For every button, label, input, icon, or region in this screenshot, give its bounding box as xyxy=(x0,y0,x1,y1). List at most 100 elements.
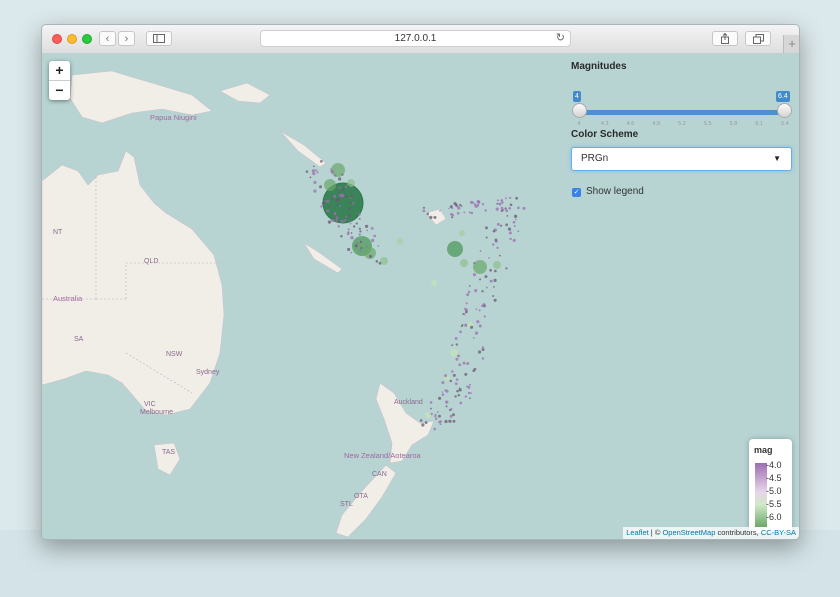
quake-dot xyxy=(346,232,350,236)
slider-tick-label: 4.6 xyxy=(626,121,635,127)
quake-dot xyxy=(347,228,350,231)
quake-dot xyxy=(373,234,377,238)
quake-dot xyxy=(352,225,356,228)
magnitude-slider[interactable]: 4 6.4 4 4.3 4.6 4.9 5.2 5.5 5.8 6.1 6.4 xyxy=(571,72,793,130)
quake-dot xyxy=(429,215,433,220)
quake-dot xyxy=(485,286,488,289)
legend-label: -5.0 xyxy=(766,486,782,496)
quake-dot xyxy=(313,189,317,193)
map[interactable]: Papua Niugini NT QLD Australia SA NSW Sy… xyxy=(42,53,799,539)
quake-marker xyxy=(397,238,403,244)
quake-dot xyxy=(458,363,462,367)
new-tab-button[interactable]: + xyxy=(783,35,799,53)
label-papua: Papua Niugini xyxy=(150,113,197,122)
back-button[interactable]: ‹ xyxy=(99,31,116,46)
slider-tick-label: 4 xyxy=(577,121,581,127)
quake-dot xyxy=(449,414,453,418)
quake-dot xyxy=(350,194,354,198)
osm-link[interactable]: OpenStreetMap xyxy=(662,528,715,537)
quake-dot xyxy=(333,216,336,219)
reload-icon[interactable]: ↻ xyxy=(556,31,565,46)
quake-dot xyxy=(315,169,318,172)
quake-dot xyxy=(339,205,342,207)
quake-dot xyxy=(347,247,351,252)
quake-dot xyxy=(454,395,457,398)
leaflet-link[interactable]: Leaflet xyxy=(626,528,649,537)
quake-dot xyxy=(509,237,512,241)
quake-dot xyxy=(496,222,500,226)
quake-dot xyxy=(464,395,468,398)
license-link[interactable]: CC-BY-SA xyxy=(761,528,796,537)
quake-dot xyxy=(500,206,504,210)
quake-marker xyxy=(425,412,431,418)
quake-dot xyxy=(330,197,333,200)
slider-max-handle[interactable] xyxy=(777,103,792,118)
quake-dot xyxy=(470,325,474,329)
quake-dot xyxy=(478,309,481,312)
quake-dot xyxy=(422,209,426,213)
color-scheme-select[interactable]: PRGn ▼ xyxy=(571,147,792,171)
slider-track[interactable] xyxy=(579,110,785,115)
minimize-window-button[interactable] xyxy=(67,34,77,44)
quake-dot xyxy=(522,206,526,210)
quake-dot xyxy=(509,203,513,207)
quake-dot xyxy=(365,245,369,248)
quake-dot xyxy=(343,219,347,222)
zoom-out-button[interactable]: − xyxy=(49,80,70,100)
zoom-in-button[interactable]: + xyxy=(49,61,70,80)
quake-dot xyxy=(444,419,448,424)
quake-dot xyxy=(424,421,428,424)
magnitudes-label: Magnitudes xyxy=(571,61,627,72)
quake-dot xyxy=(463,211,466,214)
show-legend-checkbox[interactable]: ✓ xyxy=(572,188,581,197)
forward-button[interactable]: › xyxy=(118,31,135,46)
quake-dot xyxy=(341,194,345,198)
tabs-overview-button[interactable] xyxy=(745,31,771,46)
quake-dot xyxy=(337,225,340,228)
quake-dot xyxy=(375,260,379,263)
quake-dot xyxy=(478,324,482,328)
label-nsw: NSW xyxy=(166,351,183,358)
quake-dot xyxy=(445,405,448,408)
quake-dot xyxy=(512,238,516,243)
quake-dot xyxy=(457,354,460,358)
sidebar-button[interactable] xyxy=(146,31,172,46)
quake-dot xyxy=(494,238,498,242)
quake-dot xyxy=(359,230,362,233)
quake-dot xyxy=(436,411,439,413)
quake-dot xyxy=(370,226,374,230)
quake-dot xyxy=(454,336,458,340)
small-quake-markers xyxy=(305,160,526,431)
quake-dot xyxy=(430,412,433,416)
quake-dot xyxy=(466,361,470,366)
quake-dot xyxy=(457,393,461,397)
quake-dot xyxy=(439,209,441,212)
share-button[interactable] xyxy=(712,31,738,46)
quake-dot xyxy=(469,200,474,205)
quake-dot xyxy=(460,205,463,207)
label-ota: OTA xyxy=(354,493,368,500)
quake-dot xyxy=(345,215,348,218)
quake-dot xyxy=(349,201,352,204)
quake-dot xyxy=(489,268,492,272)
quake-marker xyxy=(460,259,468,267)
label-vic: VIC xyxy=(144,401,156,408)
attribution-contributors: contributors, xyxy=(715,528,761,537)
quake-dot xyxy=(477,350,482,354)
slider-min-handle[interactable] xyxy=(572,103,587,118)
quake-dot xyxy=(338,177,342,181)
quake-dot xyxy=(477,200,481,204)
quake-marker xyxy=(493,261,501,269)
quake-dot xyxy=(455,378,459,381)
quake-dot xyxy=(445,400,449,404)
quake-dot xyxy=(355,242,359,245)
quake-dot xyxy=(483,315,486,318)
zoom-window-button[interactable] xyxy=(82,34,92,44)
slider-tick-label: 5.8 xyxy=(729,121,738,127)
address-bar[interactable]: 127.0.0.1 ↻ xyxy=(260,30,571,47)
show-legend-label[interactable]: Show legend xyxy=(586,186,644,197)
quake-dot xyxy=(438,420,441,424)
quake-dot xyxy=(459,401,463,405)
browser-window: ‹ › 127.0.0.1 ↻ + Papua Niugini NT QLD A… xyxy=(41,24,800,540)
close-window-button[interactable] xyxy=(52,34,62,44)
